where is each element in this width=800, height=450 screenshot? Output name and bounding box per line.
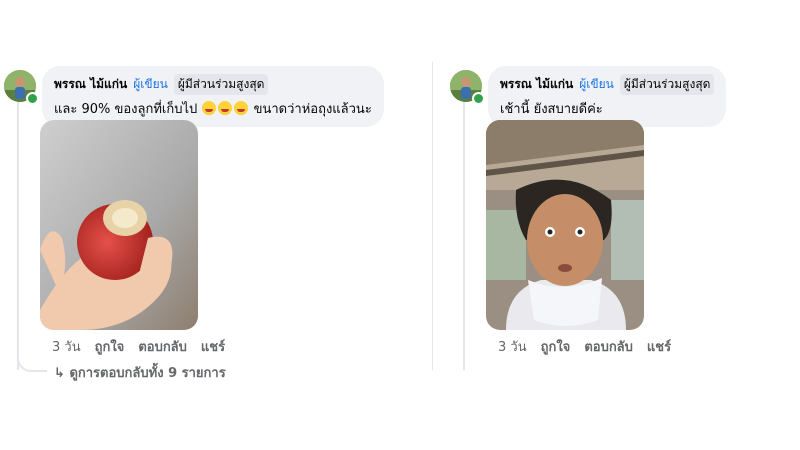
like-button[interactable]: ถูกใจ bbox=[95, 336, 125, 357]
comment-actions: 3 วัน ถูกใจ ตอบกลับ แชร์ bbox=[52, 336, 225, 357]
rolling-laughing-emoji-icon bbox=[202, 101, 217, 115]
author-name[interactable]: พรรณ ไม้แก่น bbox=[54, 75, 127, 94]
comment-text: และ 90% ของลูกที่เก็บไป ขนาดว่าห่อถุงแล้… bbox=[54, 98, 372, 119]
author-tag: ผู้เขียน bbox=[133, 77, 168, 91]
comment-photo[interactable] bbox=[486, 120, 644, 330]
comment-text: เช้านี้ ยังสบายดีค่ะ bbox=[500, 102, 603, 117]
comment-bubble: พรรณ ไม้แก่น ผู้เขียน ผู้มีส่วนร่วมสูงสุ… bbox=[42, 66, 384, 127]
rolling-laughing-emoji-icon bbox=[234, 101, 249, 115]
comment-text-part: และ 90% ของลูกที่เก็บไป bbox=[54, 102, 198, 117]
share-button[interactable]: แชร์ bbox=[201, 336, 225, 357]
selfie-photo bbox=[486, 120, 644, 330]
comment-actions: 3 วัน ถูกใจ ตอบกลับ แชร์ bbox=[498, 336, 671, 357]
thread-curve bbox=[17, 330, 47, 372]
comment-right: พรรณ ไม้แก่น ผู้เขียน ผู้มีส่วนร่วมสูงสุ… bbox=[446, 0, 800, 450]
rose-apple-photo bbox=[40, 120, 198, 330]
view-replies-label: ดูการตอบกลับทั้ง 9 รายการ bbox=[69, 366, 226, 381]
comment-photo[interactable] bbox=[40, 120, 198, 330]
reply-button[interactable]: ตอบกลับ bbox=[584, 336, 633, 357]
author-tag: ผู้เขียน bbox=[579, 77, 614, 91]
like-button[interactable]: ถูกใจ bbox=[541, 336, 571, 357]
online-status-dot bbox=[26, 92, 39, 105]
reply-button[interactable]: ตอบกลับ bbox=[138, 336, 187, 357]
column-divider bbox=[432, 62, 433, 370]
top-contributor-badge: ผู้มีส่วนร่วมสูงสุด bbox=[619, 74, 715, 95]
comment-time[interactable]: 3 วัน bbox=[52, 336, 81, 357]
share-button[interactable]: แชร์ bbox=[647, 336, 671, 357]
comment-time[interactable]: 3 วัน bbox=[498, 336, 527, 357]
thread-line bbox=[463, 100, 465, 370]
view-replies-link[interactable]: ↳ ดูการตอบกลับทั้ง 9 รายการ bbox=[54, 362, 226, 383]
comment-bubble: พรรณ ไม้แก่น ผู้เขียน ผู้มีส่วนร่วมสูงสุ… bbox=[488, 66, 727, 127]
comment-text-part: ขนาดว่าห่อถุงแล้วนะ bbox=[253, 102, 372, 117]
comment-left: พรรณ ไม้แก่น ผู้เขียน ผู้มีส่วนร่วมสูงสุ… bbox=[0, 0, 400, 450]
reply-arrow-icon: ↳ bbox=[54, 366, 65, 381]
author-name[interactable]: พรรณ ไม้แก่น bbox=[500, 75, 573, 94]
top-contributor-badge: ผู้มีส่วนร่วมสูงสุด bbox=[173, 74, 269, 95]
online-status-dot bbox=[472, 92, 485, 105]
rolling-laughing-emoji-icon bbox=[218, 101, 233, 115]
